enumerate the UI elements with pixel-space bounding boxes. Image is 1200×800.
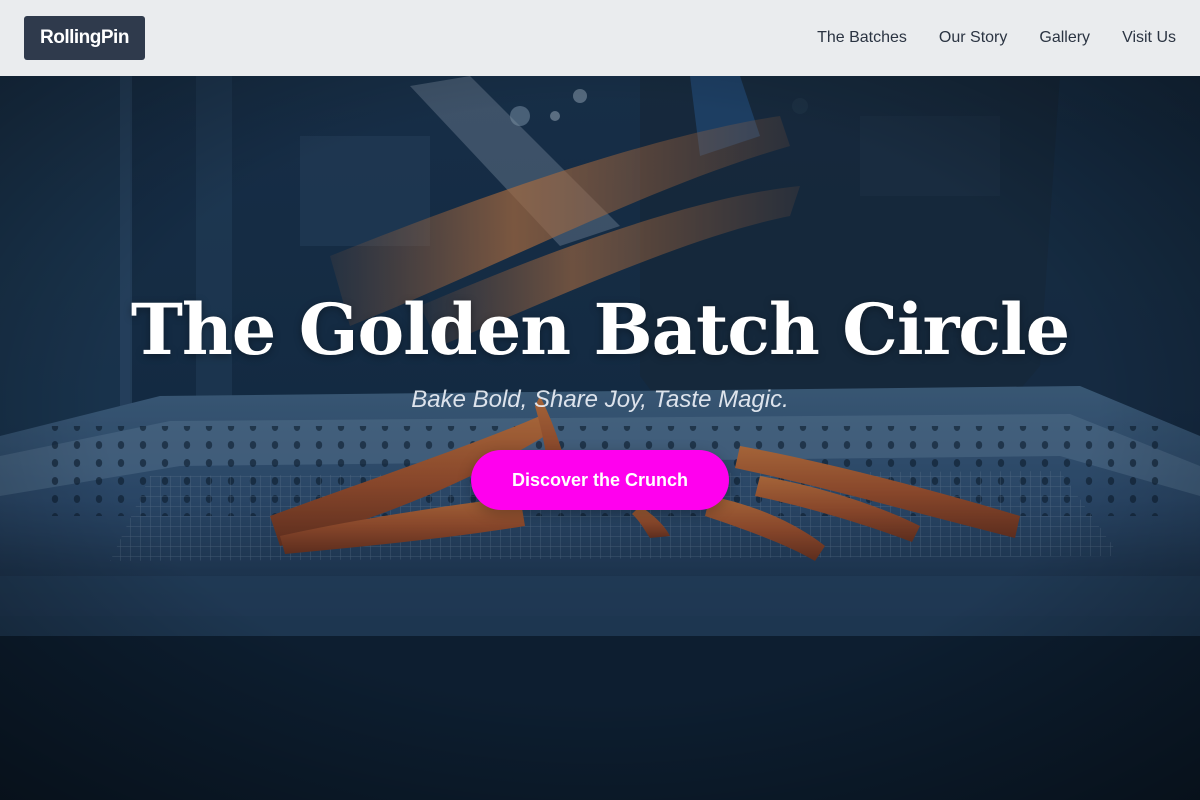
hero-section [0, 76, 1200, 800]
nav-link-gallery[interactable]: Gallery [1039, 29, 1090, 47]
nav-link-our-story[interactable]: Our Story [939, 29, 1007, 47]
nav-link-batches[interactable]: The Batches [817, 29, 907, 47]
hero-subtitle: Bake Bold, Share Joy, Taste Magic. [411, 386, 789, 413]
logo-button[interactable]: RollingPin [24, 16, 145, 60]
hero-background-image [0, 76, 1200, 800]
discover-cta-button[interactable]: Discover the Crunch [471, 450, 729, 510]
main-nav: The Batches Our Story Gallery Visit Us [817, 29, 1176, 47]
site-header: RollingPin The Batches Our Story Gallery… [0, 0, 1200, 76]
hero-title: The Golden Batch Circle [130, 288, 1070, 371]
nav-link-visit-us[interactable]: Visit Us [1122, 29, 1176, 47]
